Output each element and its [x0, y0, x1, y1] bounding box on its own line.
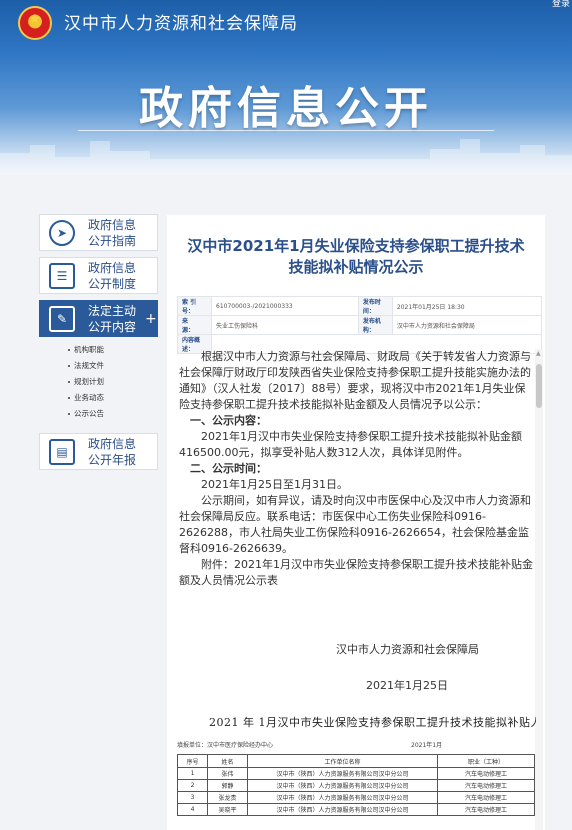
- submenu-item-regulations[interactable]: 法规文件: [68, 358, 104, 374]
- attachment-date: 2021年1月: [411, 742, 443, 749]
- meta-label: 发布机构：: [357, 315, 393, 335]
- table-cell: 张龙贵: [207, 791, 248, 804]
- body-paragraph: 公示期间，如有异议，请及时向汉中市医保中心及汉中市人力资源和社会保障局反应。联系…: [179, 494, 531, 555]
- body-paragraph: 2021年1月25日至1月31日。: [201, 478, 348, 491]
- sidebar-item-label: 政府信息 公开制度: [87, 260, 136, 291]
- article-title: 汉中市2021年1月失业保险支持参保职工提升技术 技能拟补贴情况公示: [187, 237, 525, 276]
- meta-source-value: 失业工伤保险科: [211, 315, 359, 335]
- table-cell: 汽车电动修理工: [437, 803, 535, 816]
- sidebar-item-label: 政府信息 公开年报: [87, 436, 136, 467]
- table-cell: 3: [177, 791, 208, 804]
- folder-icon: ▤: [49, 438, 75, 465]
- table-cell: 汉中市（陕西）人力资源服务有限公司汉中分公司: [247, 779, 438, 792]
- sidebar-item-label: 政府信息 公开指南: [87, 217, 136, 248]
- body-paragraph: 根据汉中市人力资源与社会保障局、财政局《关于转发省人力资源与社会保障厅财政厅印发…: [179, 350, 531, 411]
- sidebar-item-guide[interactable]: ➤ 政府信息 公开指南: [39, 214, 158, 251]
- banner-divider: [78, 130, 494, 131]
- table-cell: 汉中市（陕西）人力资源服务有限公司汉中分公司: [247, 767, 438, 780]
- section-heading: 一、公示内容：: [190, 414, 267, 427]
- table-header: 姓名: [207, 754, 248, 768]
- section-heading: 二、公示时间：: [190, 462, 267, 475]
- scroll-up-arrow-icon[interactable]: ▲: [536, 350, 541, 357]
- table-cell: 吴晓平: [207, 803, 248, 816]
- meta-date-value: 2021年01月25日 18:30: [391, 296, 543, 316]
- table-cell: 4: [177, 803, 208, 816]
- table-cell: 张伟: [207, 767, 248, 780]
- submenu-item-functions[interactable]: 机构职能: [68, 342, 104, 358]
- meta-label: 发布时间：: [357, 296, 393, 316]
- table-cell: 汽车电动修理工: [437, 767, 535, 780]
- banner-title: 政府信息公开: [139, 83, 433, 134]
- attachment-unit: 填报单位：汉中市医疗保险经办中心: [177, 742, 274, 749]
- login-link[interactable]: 登录: [552, 0, 570, 9]
- table-cell: 汉中市（陕西）人力资源服务有限公司汉中分公司: [247, 791, 438, 804]
- table-header-row: 序号 姓名 工作单位名称 职业（工种）: [177, 754, 535, 768]
- signature-org: 汉中市人力资源和社会保障局: [336, 643, 479, 656]
- body-paragraph: 2021年1月汉中市失业保险支持参保职工提升技术技能拟补贴金额416500.00…: [179, 430, 522, 459]
- site-header: 汉中市人力资源和社会保障局 登录 政府信息公开: [0, 0, 572, 175]
- table-header: 序号: [177, 754, 208, 768]
- document-list-icon: ☰: [49, 262, 75, 289]
- article-body: 根据汉中市人力资源与社会保障局、财政局《关于转发省人力资源与社会保障厅财政厅印发…: [179, 349, 533, 589]
- attachment-title: 2021 年 1月汉中市失业保险支持参保职工提升技术技能拟补贴人员情况公示表: [209, 716, 536, 729]
- national-emblem-icon: [18, 6, 52, 40]
- table-row: 2 郭静 汉中市（陕西）人力资源服务有限公司汉中分公司 汽车电动修理工: [177, 779, 535, 792]
- table-cell: 郭静: [207, 779, 248, 792]
- table-cell: 汽车电动修理工: [437, 779, 535, 792]
- sidebar-item-statutory-content[interactable]: ✎ 法定主动 公开内容 +: [39, 300, 158, 337]
- submenu-item-notices[interactable]: 公示公告: [68, 406, 104, 422]
- table-header: 职业（工种）: [437, 754, 535, 768]
- table-cell: 汽车电动修理工: [437, 791, 535, 804]
- attachment-note[interactable]: 附件：2021年1月汉中市失业保险支持参保职工提升技术技能补贴金额及人员情况公示…: [179, 557, 533, 589]
- scrollbar-thumb[interactable]: [536, 364, 542, 408]
- article-meta-table: 索 引 号： 610700003-/2021000333 发布时间： 2021年…: [177, 296, 543, 354]
- site-name[interactable]: 汉中市人力资源和社会保障局: [64, 9, 298, 34]
- meta-label: 来 源：: [177, 315, 212, 335]
- table-row: 1 张伟 汉中市（陕西）人力资源服务有限公司汉中分公司 汽车电动修理工: [177, 767, 535, 780]
- table-cell: 汉中市（陕西）人力资源服务有限公司汉中分公司: [247, 803, 438, 816]
- attachment-table: 序号 姓名 工作单位名称 职业（工种） 1 张伟 汉中市（陕西）人力资源服务有限…: [177, 754, 535, 816]
- signature-date: 2021年1月25日: [366, 679, 448, 692]
- meta-org-value: 汉中市人力资源和社会保障局: [391, 315, 543, 335]
- submenu-item-plans[interactable]: 规划计划: [68, 374, 104, 390]
- attachment-meta: 填报单位：汉中市医疗保险经办中心 2021年1月: [177, 740, 535, 749]
- edit-document-icon: ✎: [49, 305, 75, 332]
- table-cell: 1: [177, 767, 208, 780]
- meta-label: 索 引 号：: [177, 296, 212, 316]
- sidebar-submenu: 机构职能 法规文件 规划计划 业务动态 公示公告: [68, 342, 104, 422]
- sidebar-item-label: 法定主动 公开内容: [87, 303, 136, 334]
- table-header: 工作单位名称: [247, 754, 438, 768]
- scrollbar-track[interactable]: [535, 349, 543, 830]
- submenu-item-news[interactable]: 业务动态: [68, 390, 104, 406]
- table-row: 4 吴晓平 汉中市（陕西）人力资源服务有限公司汉中分公司 汽车电动修理工: [177, 803, 535, 816]
- sidebar-item-annual-report[interactable]: ▤ 政府信息 公开年报: [39, 433, 158, 470]
- compass-icon: ➤: [49, 219, 75, 246]
- table-cell: 2: [177, 779, 208, 792]
- meta-index-value: 610700003-/2021000333: [211, 296, 359, 316]
- expand-plus-icon[interactable]: +: [145, 311, 157, 327]
- sidebar-item-rules[interactable]: ☰ 政府信息 公开制度: [39, 257, 158, 294]
- table-row: 3 张龙贵 汉中市（陕西）人力资源服务有限公司汉中分公司 汽车电动修理工: [177, 791, 535, 804]
